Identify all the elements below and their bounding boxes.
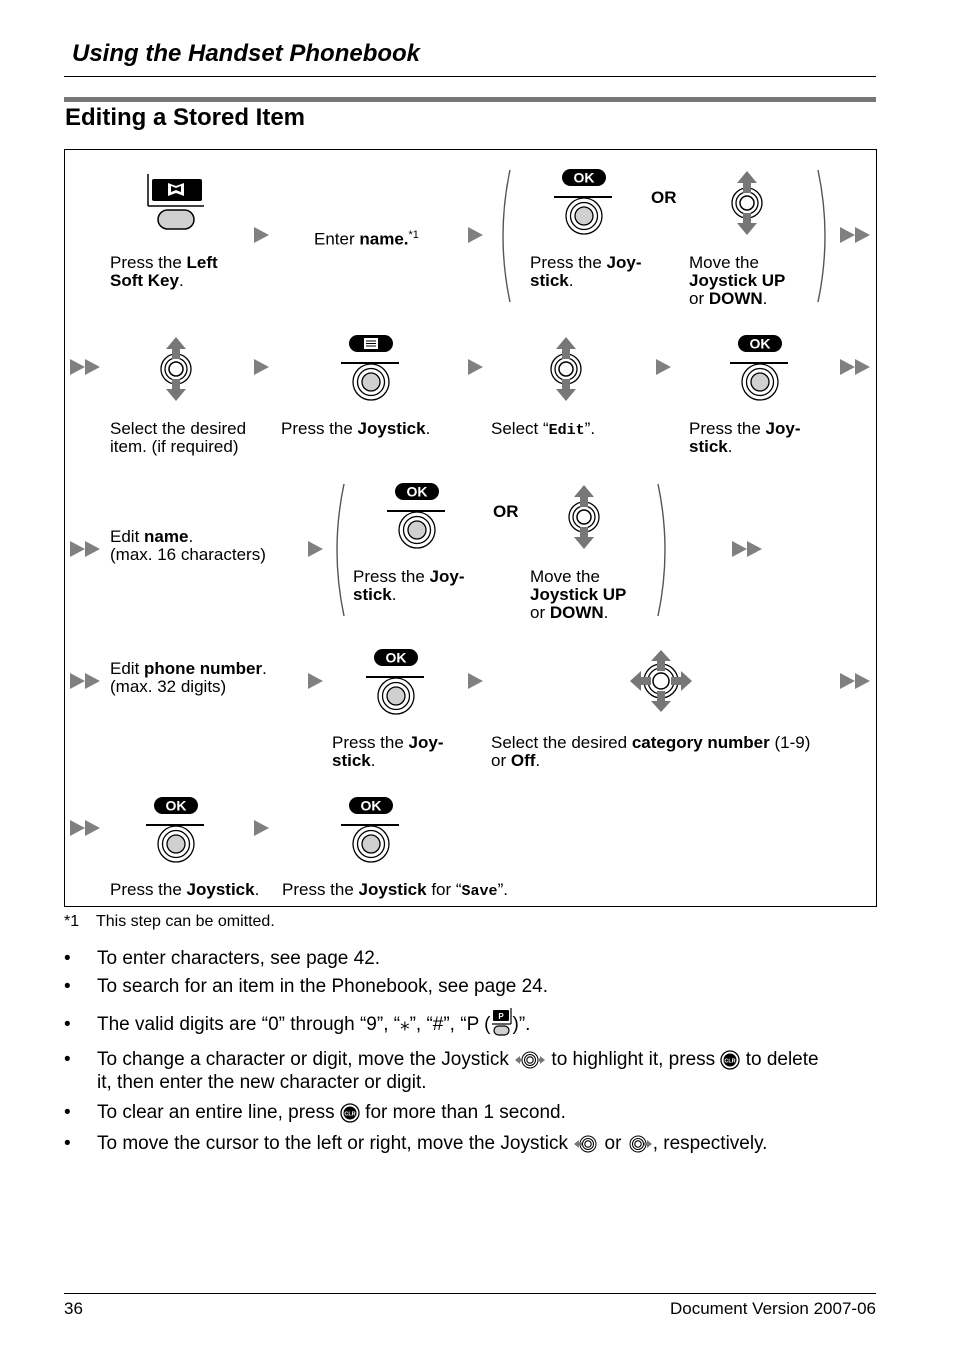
- step-enter-name: Enter name.*1: [314, 229, 419, 249]
- next-arrow-icon: [254, 359, 269, 375]
- svg-text:CLR: CLR: [725, 1058, 736, 1064]
- joystick-press-icon: [376, 676, 416, 716]
- footnote-mark: *1: [64, 913, 80, 930]
- ok-key-icon: [387, 482, 447, 512]
- ok-key-icon: [341, 796, 401, 826]
- section-bar: [64, 97, 876, 102]
- option-bracket-left: [502, 169, 511, 303]
- joystick-press-icon: [351, 362, 391, 402]
- or-label: OR: [651, 188, 677, 207]
- next-arrow-icon: [468, 359, 483, 375]
- joystick-left-right-icon: [515, 1051, 546, 1069]
- pause-key-icon: P: [491, 1008, 512, 1036]
- continue-arrow-icon: [840, 359, 870, 375]
- joystick-left-icon: [574, 1135, 597, 1153]
- continue-arrow-icon: [840, 227, 870, 243]
- option-bracket-right: [817, 169, 826, 303]
- joystick-up-down-icon: [564, 484, 604, 550]
- joystick-up-down-icon: [156, 336, 196, 402]
- section-title: Editing a Stored Item: [65, 104, 306, 131]
- joystick-press-icon: [156, 824, 196, 864]
- joystick-up-down-icon: [727, 170, 767, 236]
- next-arrow-icon: [656, 359, 671, 375]
- continue-arrow-icon: [70, 673, 100, 689]
- ok-key-icon: [366, 648, 426, 678]
- clear-key-icon: CLR: [720, 1050, 741, 1070]
- joystick-press-icon: [740, 362, 780, 402]
- step-select-edit: Select “Edit”.: [491, 419, 596, 440]
- option-bracket-left: [336, 483, 345, 617]
- joystick-four-way-icon: [629, 649, 693, 713]
- next-arrow-icon: [468, 673, 483, 689]
- continue-arrow-icon: [840, 673, 870, 689]
- step-press-joystick: Press the Joy-stick.: [530, 253, 642, 290]
- joystick-press-icon: [564, 196, 604, 236]
- step-press-joystick: Press the Joy-stick.: [332, 733, 444, 770]
- footnote-text: This step can be omitted.: [96, 913, 275, 930]
- step-press-joystick-menu: Press the Joystick.: [281, 419, 431, 438]
- continue-arrow-icon: [70, 820, 100, 836]
- joystick-press-icon: [397, 510, 437, 550]
- next-arrow-icon: [308, 673, 323, 689]
- ok-key-icon: [146, 796, 206, 826]
- joystick-right-icon: [629, 1135, 652, 1153]
- menu-key-icon: [341, 334, 401, 364]
- next-arrow-icon: [468, 227, 483, 243]
- step-move-joystick: Move the Joystick UP or DOWN.: [689, 253, 786, 308]
- ok-key-icon: [730, 334, 790, 364]
- svg-text:CLR: CLR: [344, 1111, 355, 1117]
- page-number: 36: [64, 1299, 83, 1318]
- step-press-joystick: Press the Joy-stick.: [689, 419, 801, 456]
- chapter-title: Using the Handset Phonebook: [72, 40, 421, 67]
- step-press-joystick: Press the Joystick.: [110, 880, 260, 899]
- continue-arrow-icon: [70, 541, 100, 557]
- option-bracket-right: [657, 483, 666, 617]
- footnote: *1 This step can be omitted.: [64, 913, 275, 931]
- or-label: OR: [493, 502, 519, 521]
- document-version: Document Version 2007-06: [669, 1299, 876, 1318]
- step-left-soft-key: Press the Left Soft Key.: [110, 253, 218, 290]
- step-select-category: Select the desired category number (1-9)…: [491, 733, 811, 770]
- step-edit-name: Edit name. (max. 16 characters): [110, 527, 266, 564]
- continue-arrow-icon: [732, 541, 762, 557]
- svg-text:P: P: [498, 1012, 504, 1021]
- header-rule: [64, 76, 876, 77]
- next-arrow-icon: [254, 820, 269, 836]
- continue-arrow-icon: [70, 359, 100, 375]
- phonebook-soft-key-icon: [146, 172, 206, 232]
- step-press-save: Press the Joystick for “Save”.: [282, 880, 508, 901]
- next-arrow-icon: [254, 227, 269, 243]
- step-press-joystick: Press the Joy-stick.: [353, 567, 465, 604]
- clear-key-icon: CLR: [340, 1103, 360, 1123]
- joystick-press-icon: [351, 824, 391, 864]
- ok-key-icon: [554, 168, 614, 198]
- next-arrow-icon: [308, 541, 323, 557]
- footer-rule: [64, 1293, 876, 1294]
- step-edit-phone-number: Edit phone number. (max. 32 digits): [110, 659, 267, 696]
- step-select-item: Select the desired item. (if required): [110, 419, 247, 456]
- step-move-joystick: Move the Joystick UP or DOWN.: [530, 567, 627, 622]
- joystick-up-down-icon: [546, 336, 586, 402]
